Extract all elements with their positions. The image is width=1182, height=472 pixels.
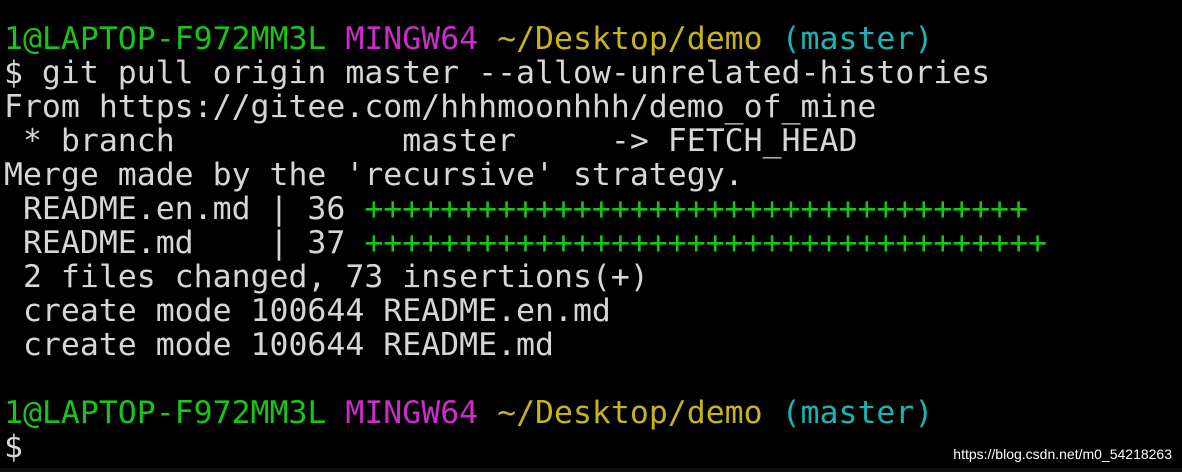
prompt-user-host: 1@LAPTOP-F972MM3L: [4, 21, 327, 57]
window-bottom-edge: [0, 468, 1182, 472]
output-file-stat-1: README.en.md | 36 ++++++++++++++++++++++…: [4, 192, 1182, 226]
output-create-line-1: create mode 100644 README.en.md: [4, 293, 611, 329]
output-merge-line: Merge made by the 'recursive' strategy.: [4, 157, 744, 193]
prompt-branch: (master): [781, 395, 934, 431]
file-stat-label: README.md | 37: [4, 225, 365, 261]
cursor-prompt: $: [4, 429, 23, 465]
watermark: https://blog.csdn.net/m0_54218263: [953, 446, 1172, 462]
output-file-stat-2: README.md | 37 +++++++++++++++++++++++++…: [4, 226, 1182, 260]
prompt-branch: (master): [781, 21, 934, 57]
output-summary-line: 2 files changed, 73 insertions(+): [4, 259, 649, 295]
command-line: $ git pull origin master --allow-unrelat…: [4, 55, 991, 91]
file-stat-insertions: +++++++++++++++++++++++++++++++++++: [364, 191, 1029, 227]
prompt-path: ~/Desktop/demo: [497, 21, 763, 57]
prompt-line-2: 1@LAPTOP-F972MM3L MINGW64 ~/Desktop/demo…: [4, 396, 1182, 430]
output-branch-line: * branch master -> FETCH_HEAD: [4, 123, 858, 159]
prompt-env: MINGW64: [345, 395, 479, 431]
file-stat-label: README.en.md | 36: [4, 191, 365, 227]
prompt-path: ~/Desktop/demo: [497, 395, 763, 431]
prompt-env: MINGW64: [345, 21, 479, 57]
prompt-line-1: 1@LAPTOP-F972MM3L MINGW64 ~/Desktop/demo…: [4, 22, 1182, 56]
file-stat-insertions: ++++++++++++++++++++++++++++++++++++: [364, 225, 1048, 261]
output-from-line: From https://gitee.com/hhhmoonhhh/demo_o…: [4, 89, 877, 125]
output-create-line-2: create mode 100644 README.md: [4, 327, 554, 363]
terminal-window[interactable]: 1@LAPTOP-F972MM3L MINGW64 ~/Desktop/demo…: [0, 0, 1182, 472]
prompt-user-host: 1@LAPTOP-F972MM3L: [4, 395, 327, 431]
